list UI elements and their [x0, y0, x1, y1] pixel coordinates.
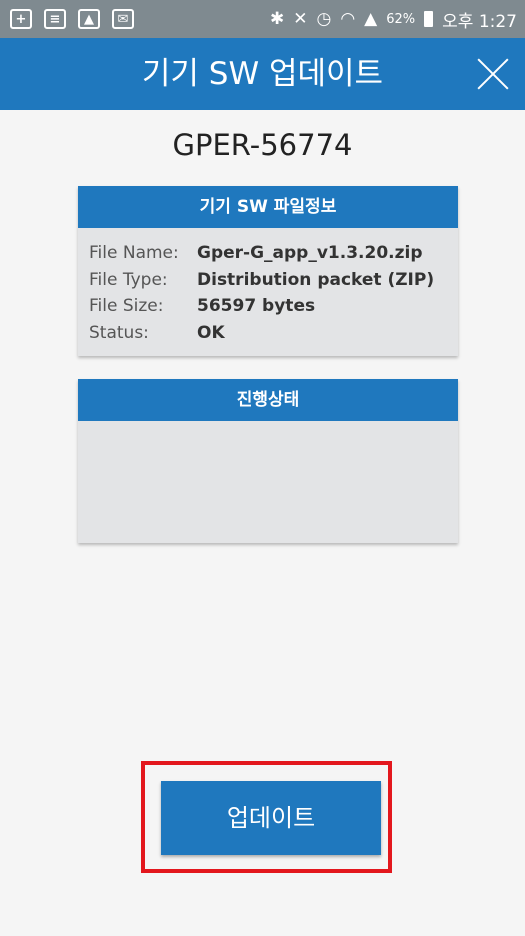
mute-icon: ✕	[293, 9, 308, 29]
file-size-label: File Size:	[89, 296, 164, 316]
status-bar: + ≡ ▲ ✉ ✱ ✕ ◷ ◠ ▲ 62% 오후 1:27	[0, 0, 525, 38]
file-name-label: File Name:	[89, 243, 179, 263]
notification-icons: + ≡ ▲ ✉	[0, 9, 134, 29]
file-info-list: File Name: Gper-G_app_v1.3.20.zip File T…	[78, 228, 458, 346]
page-title: 기기 SW 업데이트	[141, 56, 384, 92]
app-bar: 기기 SW 업데이트	[0, 38, 525, 110]
device-id: GPER-56774	[172, 128, 353, 162]
battery-icon	[424, 11, 434, 27]
status-value: OK	[197, 322, 225, 343]
signal-icon: ▲	[364, 9, 378, 29]
bluetooth-icon: ✱	[269, 9, 285, 29]
plus-square-icon: +	[10, 9, 32, 29]
file-info-row: File Name: Gper-G_app_v1.3.20.zip	[89, 240, 458, 267]
file-size-value: 56597 bytes	[197, 296, 316, 316]
clock: 오후 1:27	[442, 11, 517, 32]
image-icon: ▲	[78, 9, 100, 29]
file-type-label: File Type:	[89, 269, 168, 290]
file-info-row: File Size: 56597 bytes	[89, 293, 458, 320]
file-info-row: Status: OK	[89, 320, 458, 347]
file-info-panel: 기기 SW 파일정보 File Name: Gper-G_app_v1.3.20…	[78, 186, 458, 356]
battery-level: 62%	[386, 11, 416, 27]
file-type-value: Distribution packet (ZIP)	[197, 269, 435, 290]
status-label: Status:	[89, 322, 149, 343]
highlight-box: 업데이트	[141, 761, 392, 873]
update-button[interactable]: 업데이트	[161, 781, 381, 855]
note-icon: ≡	[44, 9, 66, 29]
mail-icon: ✉	[112, 9, 134, 29]
file-info-row: File Type: Distribution packet (ZIP)	[89, 267, 458, 294]
file-name-value: Gper-G_app_v1.3.20.zip	[197, 243, 423, 263]
progress-panel: 진행상태	[78, 379, 458, 543]
close-icon[interactable]	[475, 56, 511, 92]
system-icons: ✱ ✕ ◷ ◠ ▲ 62% 오후 1:27	[270, 7, 525, 32]
progress-header: 진행상태	[78, 379, 458, 421]
wifi-icon: ◠	[340, 9, 356, 29]
file-info-header: 기기 SW 파일정보	[78, 186, 458, 228]
alarm-icon: ◷	[316, 9, 332, 29]
